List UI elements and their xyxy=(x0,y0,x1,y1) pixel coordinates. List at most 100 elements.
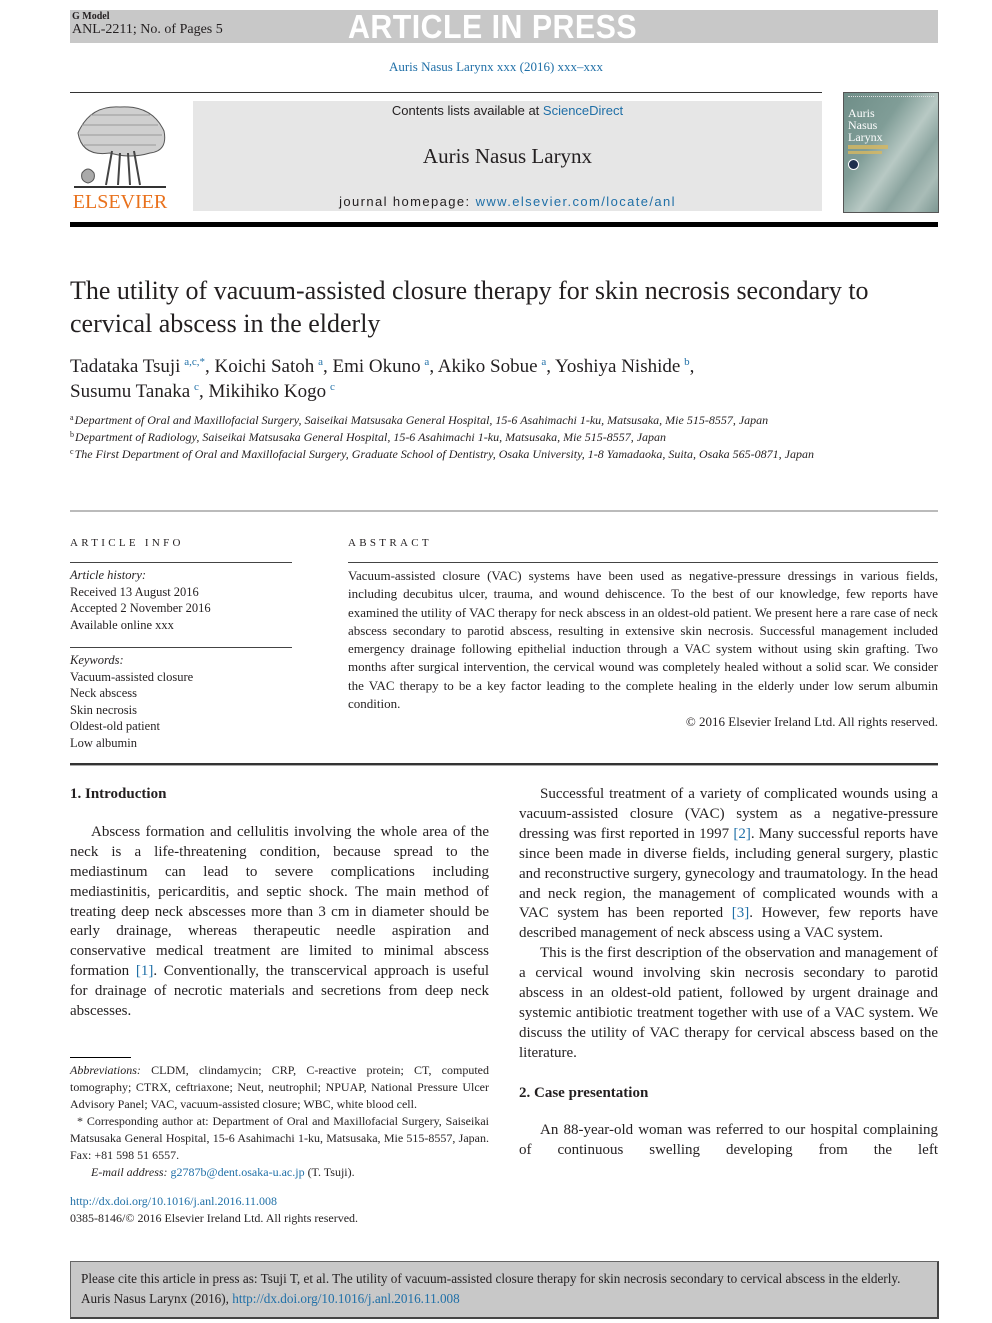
section-heading: 1. Introduction xyxy=(70,786,167,802)
homepage-link[interactable]: www.elsevier.com/locate/anl xyxy=(476,194,676,209)
journal-title: Auris Nasus Larynx xyxy=(422,144,593,168)
author-name: Mikihiko Kogo xyxy=(208,381,327,402)
footnote-divider xyxy=(70,1057,131,1058)
affiliation: b Department of Radiology, Saiseikai Mat… xyxy=(70,429,830,446)
article-info-heading: ARTICLE INFO xyxy=(70,537,184,549)
affiliation: c The First Department of Oral and Maxil… xyxy=(70,446,830,463)
cover-title: Auris Nasus Larynx xyxy=(848,107,883,143)
affiliation-text: Department of Radiology, Saiseikai Matsu… xyxy=(75,430,667,444)
tree-icon xyxy=(74,106,166,188)
abstract-text: Vacuum-assisted closure (VAC) systems ha… xyxy=(348,568,938,712)
paragraph: An 88-year-old woman was referred to our… xyxy=(519,1121,938,1158)
author-name: Susumu Tanaka xyxy=(70,381,191,402)
cover-header xyxy=(848,96,934,99)
paragraph: Abscess formation and cellulitis involvi… xyxy=(70,823,489,1022)
model-label: G Model xyxy=(72,11,110,22)
copyright: © 2016 Elsevier Ireland Ltd. All rights … xyxy=(685,714,938,730)
cover-subtitle xyxy=(848,145,888,149)
divider xyxy=(70,510,938,512)
affiliation-key: c xyxy=(70,447,74,456)
author[interactable]: Akiko Sobue a xyxy=(438,356,546,377)
author-name: Yoshiya Nishide xyxy=(555,356,681,377)
reference-link[interactable]: [2] xyxy=(733,826,751,842)
footnotes: Abbreviations: CLDM, clindamycin; CRP, C… xyxy=(70,1062,489,1181)
abstract-heading: ABSTRACT xyxy=(348,537,432,549)
author[interactable]: Tadataka Tsuji a,c,* xyxy=(70,356,205,377)
divider xyxy=(70,763,938,766)
author-list: Tadataka Tsuji a,c,*, Koichi Satoh a, Em… xyxy=(70,354,890,404)
author-name: Koichi Satoh xyxy=(214,356,315,377)
divider xyxy=(70,647,292,648)
history-item: Received 13 August 2016 xyxy=(70,584,199,599)
citation-text: Please cite this article in press as: Ts… xyxy=(81,1269,931,1309)
keyword: Skin necrosis xyxy=(70,702,138,717)
paragraph: This is the first description of the obs… xyxy=(519,945,938,1061)
author-name: Tadataka Tsuji xyxy=(70,356,181,377)
article-title: The utility of vacuum-assisted closure t… xyxy=(70,276,869,338)
abbreviations-label: Abbreviations: xyxy=(70,1063,141,1077)
citation-prefix: Please cite this article in press as: Ts… xyxy=(81,1271,901,1306)
author[interactable]: Yoshiya Nishide b xyxy=(555,356,690,377)
reference-link[interactable]: [3] xyxy=(732,905,750,921)
email-suffix: (T. Tsuji). xyxy=(304,1165,355,1179)
history-label: Article history: xyxy=(70,568,147,582)
publisher-wordmark: ELSEVIER xyxy=(72,191,168,213)
separator: , xyxy=(429,356,438,377)
journal-citation-line: Auris Nasus Larynx xxx (2016) xxx–xxx xyxy=(388,59,604,74)
homepage-line: journal homepage: www.elsevier.com/locat… xyxy=(193,194,822,209)
journal-masthead: Contents lists available at ScienceDirec… xyxy=(193,101,822,211)
email-link[interactable]: g2787b@dent.osaka-u.ac.jp xyxy=(171,1165,305,1179)
article-history: Article history: Received 13 August 2016… xyxy=(70,567,300,633)
status-label: ARTICLE IN PRESS xyxy=(348,8,638,45)
separator: , xyxy=(205,356,215,377)
elsevier-logo: ELSEVIER xyxy=(68,103,172,215)
affiliation-text: The First Department of Oral and Maxillo… xyxy=(74,447,814,461)
abbreviations: Abbreviations: CLDM, clindamycin; CRP, C… xyxy=(70,1062,489,1113)
contents-prefix: Contents lists available at xyxy=(391,103,543,118)
article-ref: ANL-2211; No. of Pages 5 xyxy=(72,22,223,37)
masthead-divider xyxy=(70,222,938,227)
keyword: Oldest-old patient xyxy=(70,719,160,733)
affiliation-marker[interactable]: a,c,* xyxy=(184,356,205,368)
keyword: Low albumin xyxy=(70,735,138,750)
keyword: Vacuum-assisted closure xyxy=(70,669,194,684)
doi-link[interactable]: http://dx.doi.org/10.1016/j.anl.2016.11.… xyxy=(70,1194,277,1208)
text: Abscess formation and cellulitis involvi… xyxy=(70,823,489,980)
separator: , xyxy=(689,356,695,377)
contents-line: Contents lists available at ScienceDirec… xyxy=(193,103,822,118)
keywords-label: Keywords: xyxy=(70,653,124,667)
history-item: Accepted 2 November 2016 xyxy=(70,601,211,615)
cover-title-line: Larynx xyxy=(848,130,883,144)
citation-doi-link[interactable]: http://dx.doi.org/10.1016/j.anl.2016.11.… xyxy=(232,1291,459,1306)
history-item: Available online xxx xyxy=(70,617,174,632)
body-column-right: Successful treatment of a variety of com… xyxy=(519,785,938,1160)
keywords: Keywords: Vacuum-assisted closure Neck a… xyxy=(70,652,300,751)
affiliation-key: b xyxy=(70,430,74,439)
author[interactable]: Susumu Tanaka c xyxy=(70,381,199,402)
body-column-left: 1. Introduction Abscess formation and ce… xyxy=(70,785,489,1022)
abstract: Vacuum-assisted closure (VAC) systems ha… xyxy=(348,567,938,732)
affiliation-key: a xyxy=(70,413,74,422)
separator: , xyxy=(198,381,209,402)
author[interactable]: Koichi Satoh a xyxy=(215,356,323,377)
section-heading: 2. Case presentation xyxy=(519,1084,649,1101)
author-name: Emi Okuno xyxy=(332,356,421,377)
keyword: Neck abscess xyxy=(70,686,137,700)
email-line: E-mail address: g2787b@dent.osaka-u.ac.j… xyxy=(70,1164,489,1181)
affiliation-marker[interactable]: c xyxy=(330,381,335,393)
author[interactable]: Emi Okuno a xyxy=(332,356,429,377)
cover-subtitle xyxy=(848,151,882,154)
corresponding-author: * Corresponding author at: Department of… xyxy=(70,1114,489,1162)
author[interactable]: Mikihiko Kogo c xyxy=(208,381,334,402)
citation-box: Please cite this article in press as: Ts… xyxy=(70,1261,939,1319)
reference-link[interactable]: [1] xyxy=(136,963,154,979)
affiliation-text: Department of Oral and Maxillofacial Sur… xyxy=(74,413,769,427)
separator: , xyxy=(546,356,556,377)
author-name: Akiko Sobue xyxy=(437,356,538,377)
issn-line: 0385-8146/© 2016 Elsevier Ireland Ltd. A… xyxy=(70,1211,359,1225)
society-seal-icon xyxy=(848,159,859,170)
paragraph: Successful treatment of a variety of com… xyxy=(519,785,938,944)
sciencedirect-link[interactable]: ScienceDirect xyxy=(543,103,623,118)
email-label: E-mail address: xyxy=(91,1165,168,1179)
divider xyxy=(70,562,292,563)
